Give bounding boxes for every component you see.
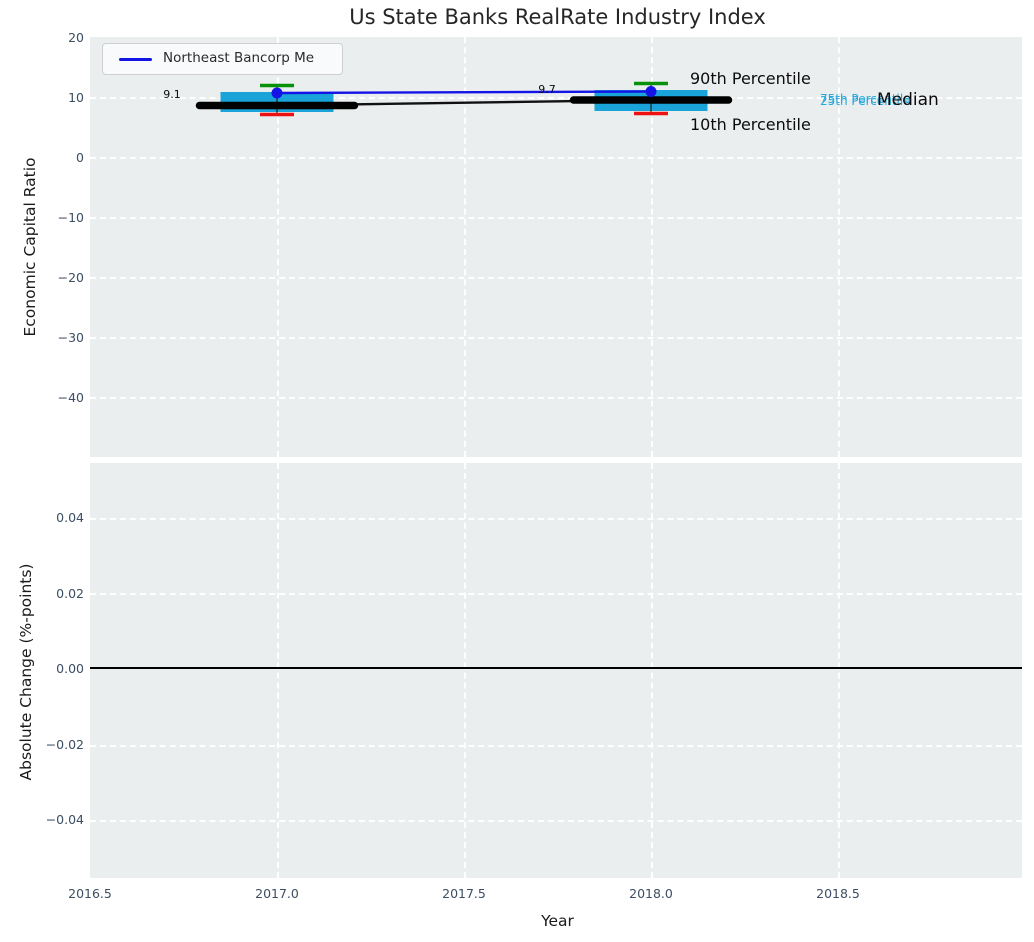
ytick-top: −40 [20, 390, 84, 405]
legend-line-sample [119, 58, 152, 61]
ytick-bottom: 0.04 [20, 510, 84, 525]
company-dot-2017 [272, 88, 283, 99]
top-y-axis-label: Economic Capital Ratio [21, 157, 39, 336]
company-dot-2018 [646, 86, 657, 97]
ytick-bottom: −0.04 [20, 812, 84, 827]
figure: Us State Banks RealRate Industry Index [0, 0, 1034, 942]
gridline [277, 463, 279, 878]
gridline [651, 463, 653, 878]
legend: Northeast Bancorp Me [102, 43, 343, 75]
gridline [90, 820, 1022, 822]
top-axes: Northeast Bancorp Me 9.1 9.7 90th Percen… [90, 37, 1022, 457]
gridline [90, 518, 1022, 520]
xtick: 2016.5 [55, 886, 125, 901]
xtick: 2017.0 [242, 886, 312, 901]
annotation-90th-percentile: 90th Percentile [690, 69, 811, 88]
gridline [838, 463, 840, 878]
series-line [277, 92, 651, 94]
zero-baseline [90, 667, 1022, 669]
ytick-top: 20 [20, 30, 84, 45]
xtick: 2018.5 [803, 886, 873, 901]
chart-title: Us State Banks RealRate Industry Index [93, 5, 1022, 29]
bottom-y-axis-label: Absolute Change (%-points) [17, 564, 35, 781]
ytick-top: 10 [20, 90, 84, 105]
gridline [464, 463, 466, 878]
bottom-axes [90, 463, 1022, 878]
annotation-median: Median [877, 90, 939, 110]
median-value-2018: 9.7 [525, 83, 569, 96]
gridline [90, 745, 1022, 747]
annotation-10th-percentile: 10th Percentile [690, 115, 811, 134]
median-value-2017: 9.1 [150, 88, 194, 101]
x-axis-label: Year [93, 912, 1022, 930]
legend-label: Northeast Bancorp Me [163, 44, 314, 73]
xtick: 2017.5 [429, 886, 499, 901]
xtick: 2018.0 [616, 886, 686, 901]
gridline [90, 593, 1022, 595]
